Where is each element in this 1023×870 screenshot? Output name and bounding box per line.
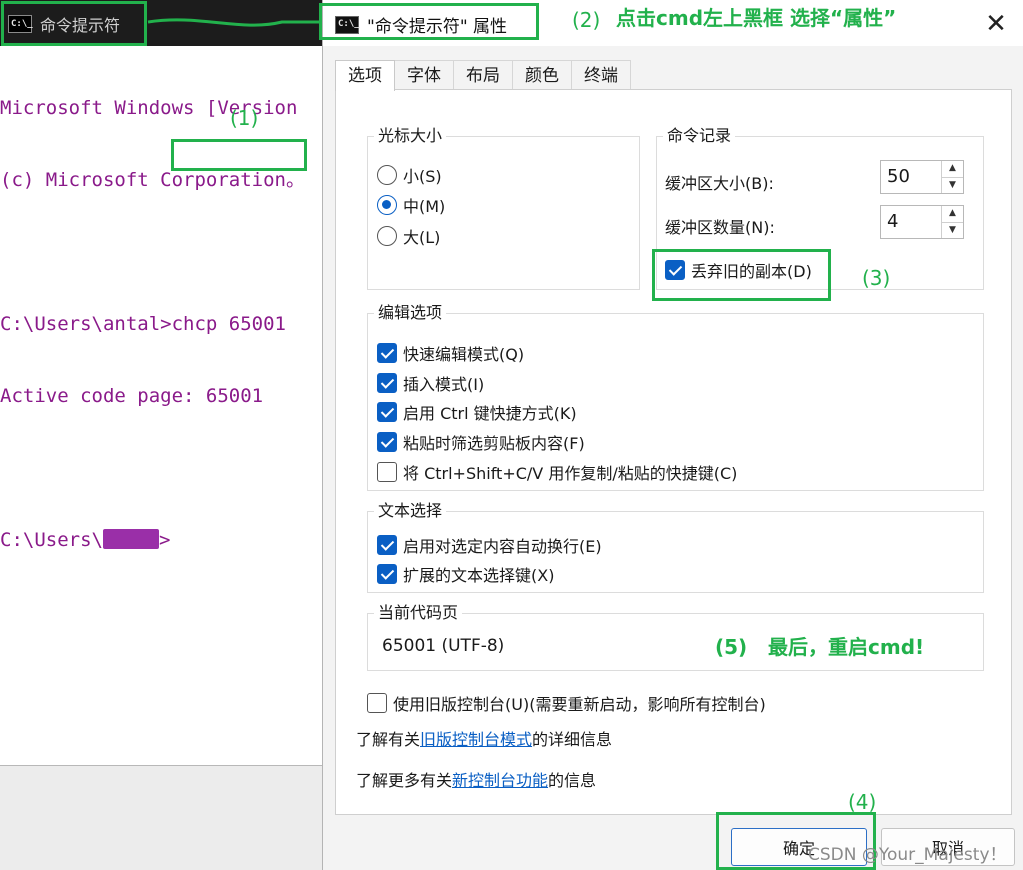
buffer-size-value[interactable]: 50 — [881, 161, 941, 193]
stepper-up-icon[interactable]: ▲ — [942, 206, 963, 223]
annotation-step-2-number: (2) — [572, 8, 601, 32]
checkbox-label: 将 Ctrl+Shift+C/V 用作复制/粘贴的快捷键(C) — [403, 464, 738, 483]
redacted-username — [102, 529, 159, 549]
group-title: 文本选择 — [374, 500, 447, 522]
checkbox-label: 启用对选定内容自动换行(E) — [403, 537, 602, 556]
dialog-title-area: C:\_ "命令提示符" 属性 — [335, 12, 507, 37]
stepper-up-icon[interactable]: ▲ — [942, 161, 963, 178]
console-line: C:\Users\antal>chcp 65001 — [0, 313, 286, 335]
annotation-step-2-text: 点击cmd左上黑框 选择“属性” — [616, 6, 897, 30]
checkbox[interactable] — [377, 343, 397, 363]
radio-cursor-small[interactable]: 小(S) — [377, 162, 442, 188]
buffer-count-stepper[interactable]: 4 ▲ ▼ — [880, 205, 964, 239]
checkbox[interactable] — [367, 693, 387, 713]
radio-label: 大(L) — [403, 228, 441, 247]
radio-cursor-large[interactable]: 大(L) — [377, 223, 440, 249]
legacy-info-line: 了解有关旧版控制台模式的详细信息 — [356, 726, 612, 750]
checkbox[interactable] — [665, 260, 685, 280]
console-output[interactable]: Microsoft Windows [Version (c) Microsoft… — [0, 48, 322, 600]
legacy-console-checkbox[interactable]: 使用旧版控制台(U)(需要重新启动，影响所有控制台) — [367, 690, 766, 716]
annotation-step-5-number: (5) — [715, 635, 748, 659]
checkbox-label: 插入模式(I) — [403, 375, 485, 394]
tab-options[interactable]: 选项 — [335, 60, 395, 91]
radio-label: 中(M) — [403, 197, 446, 216]
info-suffix: 的详细信息 — [532, 730, 613, 749]
console-line: (c) Microsoft Corporation。 — [0, 169, 305, 191]
info-suffix: 的信息 — [548, 771, 597, 790]
annotation-step-5-text: 最后，重启cmd! — [768, 635, 925, 659]
radio-button[interactable] — [377, 226, 397, 246]
tab-layout[interactable]: 布局 — [453, 60, 513, 90]
stepper-down-icon[interactable]: ▼ — [942, 223, 963, 239]
checkbox-label: 启用 Ctrl 键快捷方式(K) — [403, 404, 577, 423]
console-title: 命令提示符 — [40, 16, 121, 35]
checkbox-label: 快速编辑模式(Q) — [403, 345, 525, 364]
dialog-app-icon: C:\_ — [335, 15, 360, 34]
info-prefix: 了解更多有关 — [356, 771, 453, 790]
checkbox-label: 扩展的文本选择键(X) — [403, 566, 555, 585]
annotation-step-4: (4) — [848, 790, 877, 814]
checkbox-label: 粘贴时筛选剪贴板内容(F) — [403, 434, 585, 453]
annotation-step-3: (3) — [862, 266, 891, 290]
new-features-info-line: 了解更多有关新控制台功能的信息 — [356, 767, 596, 791]
console-line: Microsoft Windows [Version — [0, 97, 298, 119]
properties-dialog: C:\_ "命令提示符" 属性 ✕ 选项 字体 布局 颜色 终端 光标大小 小(… — [322, 0, 1023, 870]
group-title: 命令记录 — [663, 125, 736, 147]
console-prompt-path: C:\Users\ — [0, 529, 103, 551]
console-titlebar[interactable]: C:\_ 命令提示符 — [0, 0, 322, 46]
dialog-title: "命令提示符" 属性 — [367, 17, 508, 37]
legacy-mode-link[interactable]: 旧版控制台模式 — [420, 730, 532, 749]
checkbox[interactable] — [377, 564, 397, 584]
insert-mode-checkbox[interactable]: 插入模式(I) — [377, 370, 484, 396]
tab-terminal[interactable]: 终端 — [571, 60, 631, 90]
tab-bar: 选项 字体 布局 颜色 终端 — [335, 60, 631, 91]
console-prompt-suffix: > — [158, 529, 171, 551]
group-title: 编辑选项 — [374, 302, 447, 324]
console-line: Active code page: 65001 — [0, 385, 264, 407]
extended-selection-keys-checkbox[interactable]: 扩展的文本选择键(X) — [377, 561, 554, 587]
filter-paste-checkbox[interactable]: 粘贴时筛选剪贴板内容(F) — [377, 429, 585, 455]
radio-label: 小(S) — [403, 167, 442, 186]
close-button[interactable]: ✕ — [976, 8, 1016, 40]
stepper-buttons: ▲ ▼ — [941, 161, 963, 193]
group-title: 光标大小 — [374, 125, 447, 147]
buffer-size-label: 缓冲区大小(B): — [665, 174, 774, 193]
watermark: CSDN @Your_Majesty！ — [808, 845, 1007, 865]
info-prefix: 了解有关 — [356, 730, 421, 749]
annotation-step-1: (1) — [230, 106, 259, 130]
new-features-link[interactable]: 新控制台功能 — [452, 771, 548, 790]
checkbox[interactable] — [377, 402, 397, 422]
console-title-area[interactable]: C:\_ 命令提示符 — [8, 12, 120, 36]
checkbox[interactable] — [377, 462, 397, 482]
stepper-buttons: ▲ ▼ — [941, 206, 963, 238]
checkbox-label: 丢弃旧的副本(D) — [691, 262, 812, 281]
console-prompt-line: C:\Users\ > — [0, 528, 322, 552]
buffer-size-stepper[interactable]: 50 ▲ ▼ — [880, 160, 964, 194]
ctrl-shortcuts-checkbox[interactable]: 启用 Ctrl 键快捷方式(K) — [377, 399, 577, 425]
console-app-icon[interactable]: C:\_ — [8, 15, 33, 33]
radio-cursor-medium[interactable]: 中(M) — [377, 192, 445, 218]
buffer-count-label: 缓冲区数量(N): — [665, 218, 775, 237]
radio-button[interactable] — [377, 195, 397, 215]
codepage-value: 65001 (UTF-8) — [382, 636, 505, 656]
close-icon: ✕ — [985, 9, 1007, 39]
tab-font[interactable]: 字体 — [394, 60, 454, 90]
stepper-down-icon[interactable]: ▼ — [942, 178, 963, 194]
radio-button[interactable] — [377, 165, 397, 185]
group-title: 当前代码页 — [374, 602, 463, 624]
line-wrap-selection-checkbox[interactable]: 启用对选定内容自动换行(E) — [377, 532, 602, 558]
tab-colors[interactable]: 颜色 — [512, 60, 572, 90]
checkbox[interactable] — [377, 535, 397, 555]
checkbox[interactable] — [377, 373, 397, 393]
discard-duplicates-checkbox[interactable]: 丢弃旧的副本(D) — [665, 257, 812, 283]
checkbox-label: 使用旧版控制台(U)(需要重新启动，影响所有控制台) — [393, 695, 766, 714]
ctrl-shift-copy-paste-checkbox[interactable]: 将 Ctrl+Shift+C/V 用作复制/粘贴的快捷键(C) — [377, 459, 737, 485]
buffer-count-value[interactable]: 4 — [881, 206, 941, 238]
checkbox[interactable] — [377, 432, 397, 452]
console-window: C:\_ 命令提示符 Microsoft Windows [Version (c… — [0, 0, 322, 766]
quick-edit-checkbox[interactable]: 快速编辑模式(Q) — [377, 340, 524, 366]
